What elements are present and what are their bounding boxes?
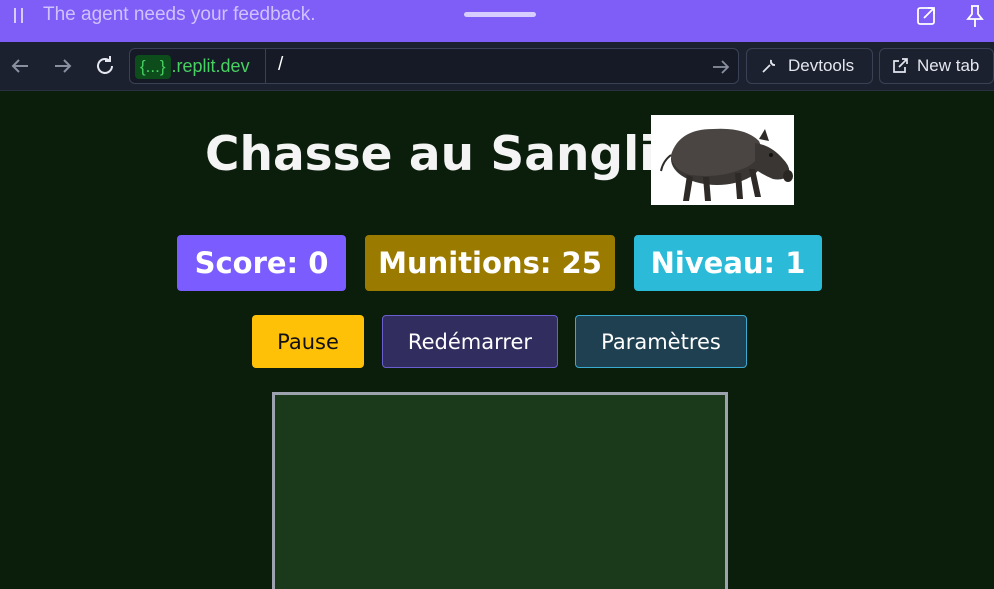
agent-message: The agent needs your feedback. [43,4,316,25]
drag-handle[interactable] [464,12,536,17]
level-badge: Niveau: 1 [634,235,822,291]
url-host-domain: .replit.dev [171,56,250,76]
settings-button[interactable]: Paramètres [575,315,747,368]
restart-button[interactable]: Redémarrer [382,315,558,368]
back-arrow-icon[interactable] [8,54,32,78]
pause-icon[interactable] [13,8,25,24]
devtools-button[interactable]: Devtools [746,48,873,84]
pause-button[interactable]: Pause [252,315,364,368]
external-link-icon [893,58,908,73]
agent-feedback-banner: The agent needs your feedback. [0,0,994,42]
url-divider [265,49,266,83]
pin-icon[interactable] [964,4,986,28]
new-tab-label: New tab [917,56,980,75]
boar-image [651,115,794,205]
new-tab-button[interactable]: New tab [879,48,994,84]
url-bar[interactable]: {...} .replit.dev / [129,48,739,84]
forward-arrow-icon[interactable] [51,54,75,78]
url-host: {...} .replit.dev [135,53,250,80]
page-title: Chasse au Sanglier [205,127,711,182]
go-arrow-icon[interactable] [710,56,732,78]
game-page: Chasse au Sanglier Score: 0 Munitions: 2… [0,91,994,589]
ammo-badge: Munitions: 25 [365,235,615,291]
devtools-label: Devtools [788,56,855,75]
game-canvas[interactable] [272,392,728,589]
score-badge: Score: 0 [177,235,346,291]
browser-toolbar: {...} .replit.dev / Devtools New tab [0,42,994,91]
url-path[interactable]: / [278,54,283,76]
reload-icon[interactable] [93,54,117,78]
url-host-badge: {...} [135,54,171,79]
wrench-icon [762,59,776,73]
expand-icon[interactable] [916,5,938,27]
